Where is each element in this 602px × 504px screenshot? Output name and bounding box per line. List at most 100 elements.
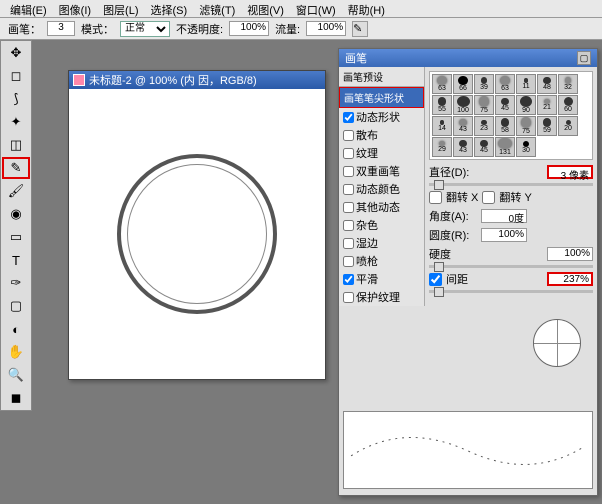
brush-option-checkbox[interactable] [343, 292, 354, 303]
brush-option-0[interactable]: 动态形状 [339, 108, 424, 126]
brush-option-2[interactable]: 纹理 [339, 144, 424, 162]
diameter-input[interactable]: 3 像素 [547, 165, 593, 179]
tool-wand[interactable]: ✦ [2, 111, 30, 133]
canvas[interactable] [69, 89, 325, 379]
brush-swatch[interactable]: 63 [495, 74, 515, 94]
menu-select[interactable]: 选择(S) [145, 0, 194, 17]
tool-pencil[interactable]: ✎ [2, 157, 30, 179]
brush-swatch[interactable]: 45 [474, 137, 494, 157]
mode-select[interactable]: 正常 [120, 21, 170, 37]
tool-text[interactable]: T [2, 249, 30, 271]
brush-swatch[interactable]: 59 [537, 116, 557, 136]
brush-swatch[interactable]: 45 [495, 95, 515, 115]
brush-swatch[interactable]: 48 [537, 74, 557, 94]
brush-swatch[interactable]: 75 [516, 116, 536, 136]
angle-input[interactable]: 0度 [481, 209, 527, 223]
brush-swatch[interactable]: 58 [495, 116, 515, 136]
brush-option-checkbox[interactable] [343, 148, 354, 159]
spacing-input[interactable]: 237% [547, 272, 593, 286]
brush-swatch[interactable]: 32 [558, 74, 578, 94]
tool-zoom[interactable]: 🔍 [2, 364, 30, 386]
brush-size-input[interactable]: 3 [47, 21, 75, 36]
tab-brush-tip-shape[interactable]: 画笔笔尖形状 [339, 87, 424, 108]
brush-option-6[interactable]: 杂色 [339, 216, 424, 234]
tab-brush-presets[interactable]: 画笔预设 [339, 67, 424, 87]
brush-option-checkbox[interactable] [343, 220, 354, 231]
brush-option-checkbox[interactable] [343, 274, 354, 285]
brush-swatch[interactable]: 39 [474, 74, 494, 94]
brush-swatch[interactable]: 43 [453, 116, 473, 136]
brush-option-1[interactable]: 散布 [339, 126, 424, 144]
brush-swatch[interactable]: 90 [516, 95, 536, 115]
brush-option-5[interactable]: 其他动态 [339, 198, 424, 216]
opacity-input[interactable]: 100% [229, 21, 269, 36]
brush-option-8[interactable]: 喷枪 [339, 252, 424, 270]
brush-option-7[interactable]: 湿边 [339, 234, 424, 252]
brush-swatch-grid: 6366396311483255100754590216014432358755… [429, 71, 593, 160]
tool-brush[interactable]: 🖌 [2, 180, 30, 202]
brush-swatch[interactable]: 60 [558, 95, 578, 115]
brush-swatch[interactable]: 30 [516, 137, 536, 157]
brush-option-checkbox[interactable] [343, 256, 354, 267]
brush-swatch[interactable]: 11 [516, 74, 536, 94]
menu-layer[interactable]: 图层(L) [97, 0, 144, 17]
tool-stamp[interactable]: ◉ [2, 203, 30, 225]
flip-x-checkbox[interactable] [429, 191, 442, 204]
menu-view[interactable]: 视图(V) [241, 0, 290, 17]
brush-option-label: 动态形状 [356, 109, 400, 125]
document-title: 未标题-2 @ 100% (内 因，RGB/8) [89, 72, 257, 88]
brush-swatch[interactable]: 29 [432, 137, 452, 157]
menu-filter[interactable]: 滤镜(T) [193, 0, 241, 17]
brush-swatch[interactable]: 63 [432, 74, 452, 94]
brush-swatch[interactable]: 21 [537, 95, 557, 115]
tool-marquee[interactable]: ◻ [2, 65, 30, 87]
roundness-input[interactable]: 100% [481, 228, 527, 242]
color-swatch[interactable]: ◼ [2, 387, 30, 409]
brush-swatch[interactable]: 14 [432, 116, 452, 136]
tool-path[interactable]: ✑ [2, 272, 30, 294]
brush-option-checkbox[interactable] [343, 112, 354, 123]
menu-help[interactable]: 帮助(H) [342, 0, 391, 17]
brush-swatch[interactable]: 100 [453, 95, 473, 115]
angle-circle-icon[interactable] [533, 319, 581, 367]
tool-move[interactable]: ✥ [2, 42, 30, 64]
brush-option-checkbox[interactable] [343, 166, 354, 177]
tool-hand[interactable]: ✋ [2, 341, 30, 363]
brush-option-10[interactable]: 保护纹理 [339, 288, 424, 306]
tool-crop[interactable]: ◫ [2, 134, 30, 156]
document-titlebar[interactable]: 未标题-2 @ 100% (内 因，RGB/8) [69, 71, 325, 89]
brush-option-3[interactable]: 双重画笔 [339, 162, 424, 180]
minimize-icon[interactable]: ▢ [577, 51, 591, 65]
flip-y-checkbox[interactable] [482, 191, 495, 204]
flow-input[interactable]: 100% [306, 21, 346, 36]
brush-swatch[interactable]: 23 [474, 116, 494, 136]
airbrush-icon[interactable]: ✎ [352, 21, 368, 37]
angle-widget[interactable] [533, 319, 585, 371]
brush-option-checkbox[interactable] [343, 202, 354, 213]
tool-eyedropper[interactable]: ◐ [2, 318, 30, 340]
brush-option-checkbox[interactable] [343, 130, 354, 141]
hardness-input[interactable]: 100% [547, 247, 593, 261]
brush-swatch[interactable]: 43 [453, 137, 473, 157]
brush-option-checkbox[interactable] [343, 238, 354, 249]
brush-option-checkbox[interactable] [343, 184, 354, 195]
brush-swatch[interactable]: 55 [432, 95, 452, 115]
hardness-slider[interactable] [429, 265, 593, 268]
brush-swatch[interactable]: 66 [453, 74, 473, 94]
brush-swatch[interactable]: 131 [495, 137, 515, 157]
brush-swatch[interactable]: 75 [474, 95, 494, 115]
tool-eraser[interactable]: ▭ [2, 226, 30, 248]
spacing-checkbox[interactable] [429, 273, 442, 286]
menu-window[interactable]: 窗口(W) [290, 0, 342, 17]
brush-swatch[interactable]: 20 [558, 116, 578, 136]
tool-shape[interactable]: ▢ [2, 295, 30, 317]
palette-titlebar[interactable]: 画笔 ▢ [339, 49, 597, 67]
menu-edit[interactable]: 编辑(E) [4, 0, 53, 17]
brush-option-label: 杂色 [356, 217, 378, 233]
tool-lasso[interactable]: ⟆ [2, 88, 30, 110]
spacing-slider[interactable] [429, 290, 593, 293]
brush-option-9[interactable]: 平滑 [339, 270, 424, 288]
brush-option-4[interactable]: 动态颜色 [339, 180, 424, 198]
diameter-slider[interactable] [429, 183, 593, 186]
menu-image[interactable]: 图像(I) [53, 0, 97, 17]
